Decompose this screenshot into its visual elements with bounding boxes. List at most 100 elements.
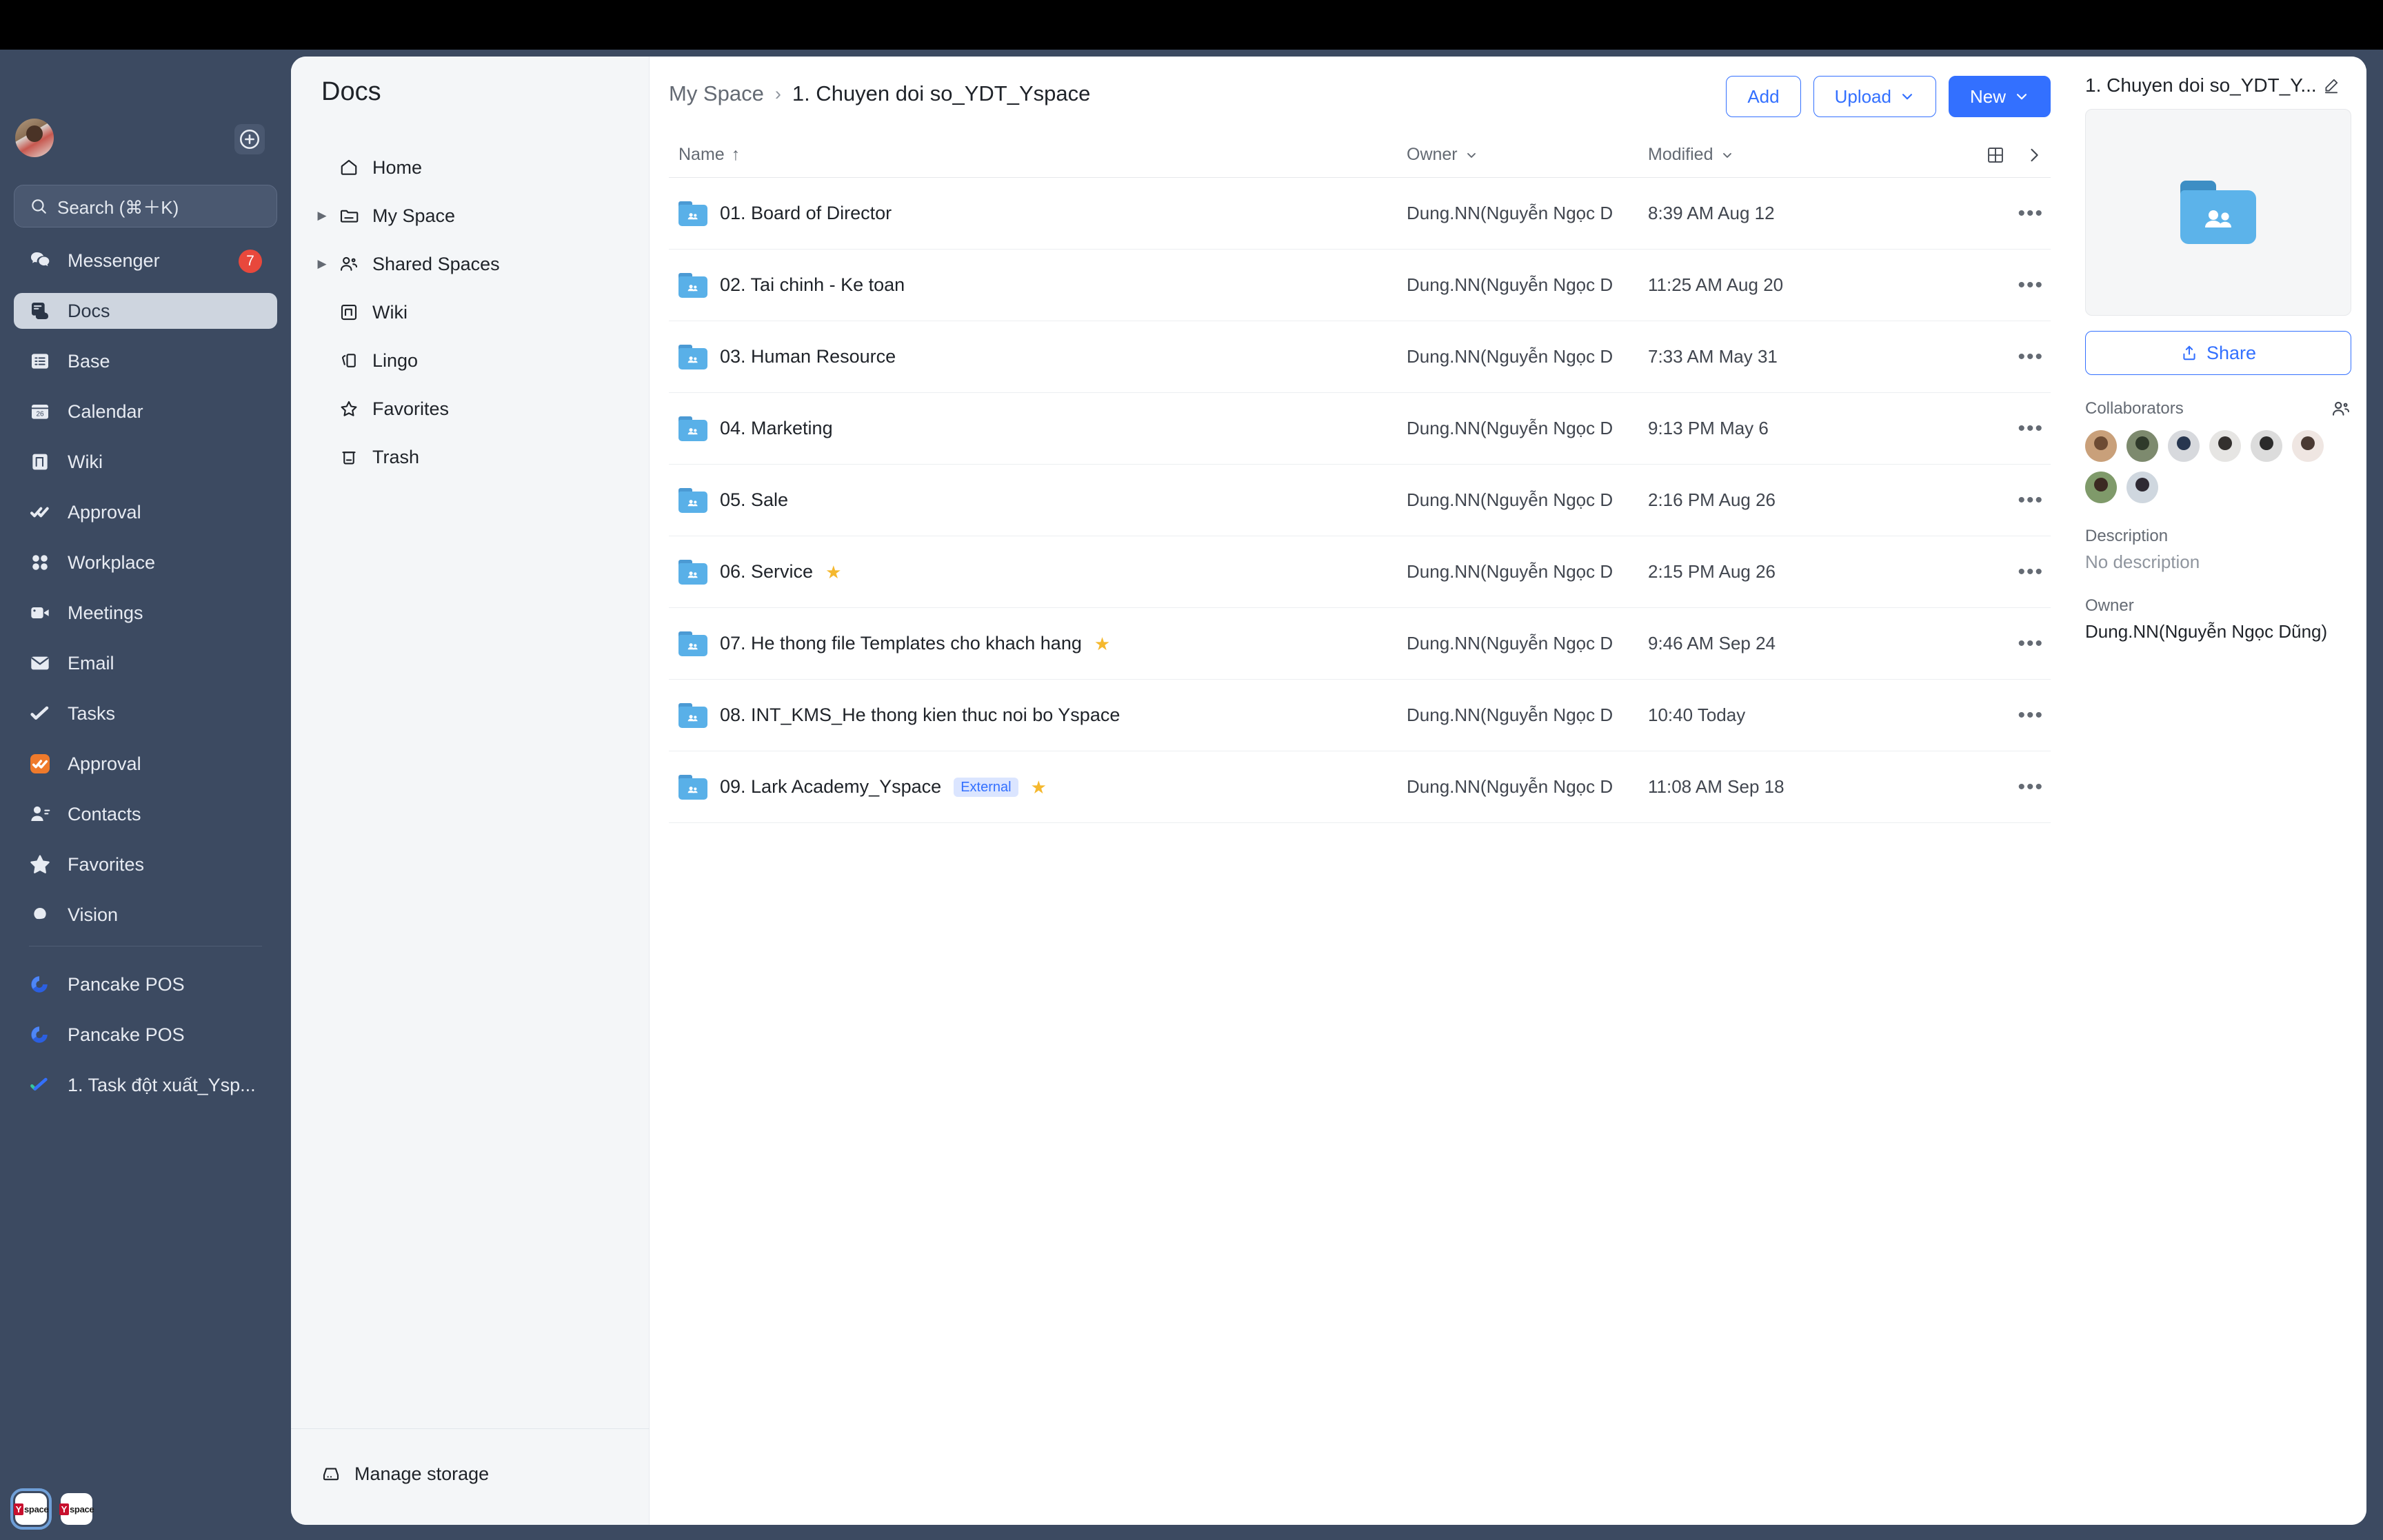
upload-button[interactable]: Upload <box>1813 76 1936 117</box>
docs-nav-panel: Docs Home ▶ My Space ▶ Shared Spaces Wik… <box>291 57 650 1525</box>
row-modified-cell: 10:40 Today <box>1648 705 1746 725</box>
docs-nav-item-my-space[interactable]: ▶ My Space <box>306 194 634 237</box>
more-options-icon[interactable]: ••• <box>2018 345 2044 369</box>
sidebar-item-wiki[interactable]: Wiki <box>14 444 277 480</box>
breadcrumb-bar: My Space › 1. Chuyen doi so_YDT_Yspace A… <box>650 57 2070 132</box>
add-button[interactable]: Add <box>1726 76 1801 117</box>
workspace-yspace-1[interactable]: Yspace <box>10 1488 52 1530</box>
folder-preview <box>2085 109 2351 316</box>
share-button[interactable]: Share <box>2085 331 2351 375</box>
table-row[interactable]: 03. Human Resource Dung.NN(Nguyễn Ngọc D 7… <box>669 321 2051 393</box>
sidebar-item-tasks[interactable]: Tasks <box>14 696 277 731</box>
row-name-cell[interactable]: 06. Service ★ <box>669 559 1407 585</box>
sidebar-item-label: Contacts <box>68 803 141 824</box>
sidebar-item-pancake-pos-2[interactable]: Pancake POS <box>14 1017 277 1053</box>
avatar[interactable] <box>2126 472 2158 503</box>
sidebar-item-meetings[interactable]: Meetings <box>14 595 277 631</box>
docs-nav-item-favorites[interactable]: Favorites <box>306 387 634 430</box>
svg-text:26: 26 <box>36 411 44 418</box>
search-input[interactable]: Search (⌘＋K) <box>14 185 277 227</box>
more-options-icon[interactable]: ••• <box>2018 274 2044 297</box>
sidebar-item-pancake-pos-1[interactable]: Pancake POS <box>14 966 277 1002</box>
sidebar-item-calendar[interactable]: 26 Calendar <box>14 394 277 429</box>
breadcrumb-my-space[interactable]: My Space <box>669 81 764 106</box>
avatar[interactable] <box>2126 430 2158 462</box>
chevron-right-icon[interactable]: ▶ <box>313 209 331 223</box>
row-name-label: 08. INT_KMS_He thong kien thuc noi bo Ys… <box>720 705 1120 725</box>
docs-nav-item-trash[interactable]: Trash <box>306 436 634 478</box>
sidebar-item-workplace[interactable]: Workplace <box>14 545 277 580</box>
workspace-yspace-2[interactable]: Yspace <box>59 1493 94 1525</box>
add-member-icon[interactable] <box>2331 398 2351 419</box>
more-options-icon[interactable]: ••• <box>2018 704 2044 727</box>
row-name-cell[interactable]: 05. Sale <box>669 487 1407 513</box>
expand-detail-icon[interactable] <box>2024 145 2044 165</box>
sort-ascending-icon: ↑ <box>731 145 741 164</box>
table-row[interactable]: 08. INT_KMS_He thong kien thuc noi bo Ys… <box>669 680 2051 751</box>
docs-nav-item-home[interactable]: Home <box>306 146 634 189</box>
row-owner-cell: Dung.NN(Nguyễn Ngọc D <box>1407 274 1613 295</box>
main-content: My Space › 1. Chuyen doi so_YDT_Yspace A… <box>650 57 2070 1525</box>
table-row[interactable]: 01. Board of Director Dung.NN(Nguyễn Ngọc… <box>669 178 2051 250</box>
row-name-cell[interactable]: 01. Board of Director <box>669 201 1407 226</box>
avatar[interactable] <box>2292 430 2324 462</box>
table-row[interactable]: 02. Tai chinh - Ke toan Dung.NN(Nguyễn Ng… <box>669 250 2051 321</box>
table-row[interactable]: 05. Sale Dung.NN(Nguyễn Ngọc D 2:16 PM Aug… <box>669 465 2051 536</box>
breadcrumb-separator-icon: › <box>774 83 781 104</box>
more-options-icon[interactable]: ••• <box>2018 776 2044 799</box>
manage-storage-item[interactable]: Manage storage <box>306 1452 634 1495</box>
sidebar-item-base[interactable]: Base <box>14 343 277 379</box>
row-name-cell[interactable]: 04. Marketing <box>669 416 1407 441</box>
sidebar-item-favorites[interactable]: Favorites <box>14 847 277 882</box>
column-header-modified[interactable]: Modified <box>1648 145 1882 165</box>
shared-spaces-icon <box>331 254 367 274</box>
sidebar-item-docs[interactable]: Docs <box>14 293 277 329</box>
sidebar-item-approval-app[interactable]: Approval <box>14 746 277 782</box>
row-name-cell[interactable]: 03. Human Resource <box>669 344 1407 369</box>
yspace-logo-text: space <box>70 1503 94 1514</box>
add-new-button[interactable] <box>234 124 265 154</box>
description-value: No description <box>2085 551 2200 572</box>
docs-nav-label: My Space <box>372 205 456 226</box>
grid-view-icon[interactable] <box>1986 145 2005 165</box>
sidebar-item-approval[interactable]: Approval <box>14 494 277 530</box>
docs-nav-item-wiki[interactable]: Wiki <box>306 291 634 334</box>
row-actions-cell: ••• <box>1882 632 2051 656</box>
row-name-cell[interactable]: 07. He thong file Templates cho khach ha… <box>669 631 1407 656</box>
sidebar-item-contacts[interactable]: Contacts <box>14 796 277 832</box>
more-options-icon[interactable]: ••• <box>2018 202 2044 225</box>
chevron-right-icon[interactable]: ▶ <box>313 257 331 271</box>
sidebar-item-email[interactable]: Email <box>14 645 277 681</box>
more-options-icon[interactable]: ••• <box>2018 489 2044 512</box>
table-row[interactable]: 09. Lark Academy_Yspace External ★ Dung.NN(… <box>669 751 2051 823</box>
docs-nav-item-shared-spaces[interactable]: ▶ Shared Spaces <box>306 243 634 285</box>
sidebar-item-vision[interactable]: Vision <box>14 897 277 933</box>
table-row[interactable]: 06. Service ★ Dung.NN(Nguyễn Ngọc D 2:15 PM… <box>669 536 2051 608</box>
docs-nav-item-lingo[interactable]: Lingo <box>306 339 634 382</box>
more-options-icon[interactable]: ••• <box>2018 417 2044 440</box>
more-options-icon[interactable]: ••• <box>2018 632 2044 656</box>
table-row[interactable]: 07. He thong file Templates cho khach ha… <box>669 608 2051 680</box>
avatar[interactable] <box>2251 430 2282 462</box>
pencil-icon[interactable] <box>2322 77 2340 94</box>
avatar[interactable] <box>2209 430 2241 462</box>
more-options-icon[interactable]: ••• <box>2018 560 2044 584</box>
add-button-label: Add <box>1747 85 1780 107</box>
column-header-owner[interactable]: Owner <box>1407 145 1648 165</box>
user-avatar[interactable] <box>15 119 54 157</box>
avatar[interactable] <box>2168 430 2200 462</box>
sidebar-item-messenger[interactable]: Messenger 7 <box>14 243 277 278</box>
sidebar-item-task-dot-xuat[interactable]: 1. Task đột xuất_Ysp... <box>14 1067 277 1103</box>
row-actions-cell: ••• <box>1882 202 2051 225</box>
description-label: Description <box>2085 527 2169 545</box>
row-name-cell[interactable]: 09. Lark Academy_Yspace External ★ <box>669 774 1407 800</box>
column-header-name[interactable]: Name ↑ <box>669 145 1407 165</box>
avatar[interactable] <box>2085 430 2117 462</box>
table-row[interactable]: 04. Marketing Dung.NN(Nguyễn Ngọc D 9:13 P… <box>669 393 2051 465</box>
table-header-tools <box>1882 145 2051 165</box>
new-button[interactable]: New <box>1948 76 2051 117</box>
avatar[interactable] <box>2085 472 2117 503</box>
row-name-cell[interactable]: 08. INT_KMS_He thong kien thuc noi bo Ys… <box>669 702 1407 728</box>
docs-nav-label: Shared Spaces <box>372 253 500 274</box>
row-name-cell[interactable]: 02. Tai chinh - Ke toan <box>669 272 1407 298</box>
